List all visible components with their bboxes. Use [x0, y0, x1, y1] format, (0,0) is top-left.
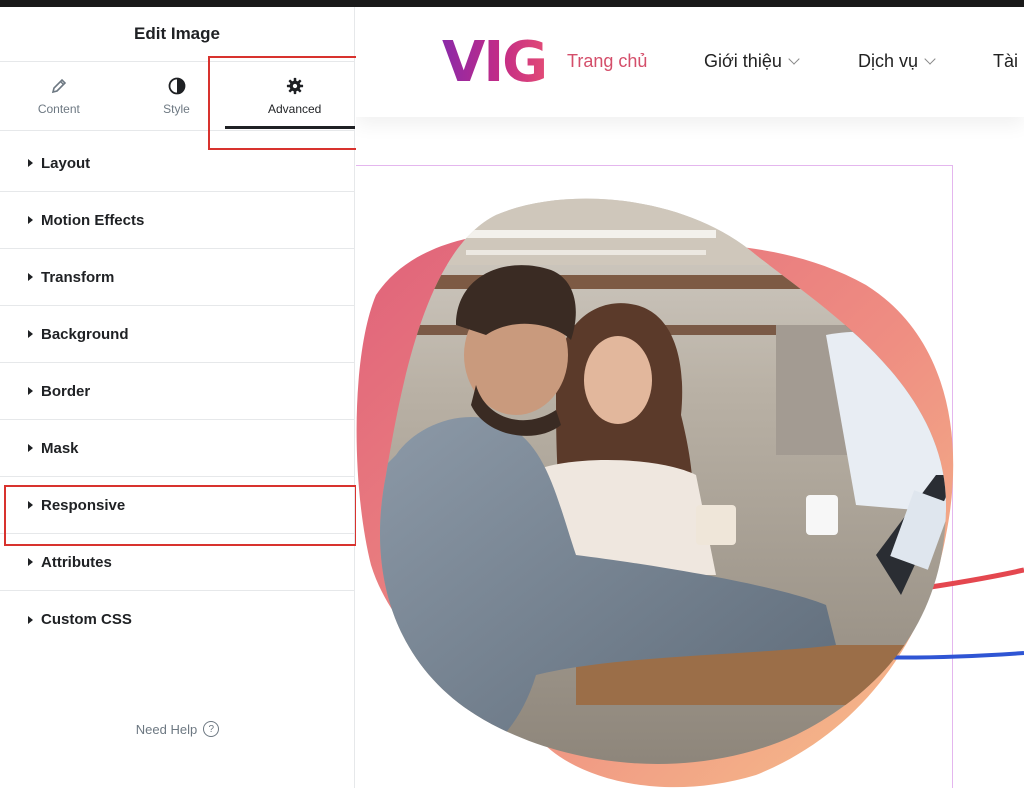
section-background[interactable]: Background: [0, 306, 354, 363]
panel-title: Edit Image: [134, 24, 220, 43]
section-label: Attributes: [41, 553, 112, 571]
chevron-down-icon: [788, 53, 800, 65]
section-label: Motion Effects: [41, 211, 145, 229]
nav-label: Trang chủ: [567, 51, 648, 71]
tab-content[interactable]: Content: [0, 62, 118, 130]
section-label: Layout: [41, 154, 91, 172]
section-label: Border: [41, 382, 91, 400]
nav-label: Dịch vụ: [858, 51, 919, 71]
section-label: Custom CSS: [41, 611, 132, 628]
caret-right-icon: [28, 159, 33, 167]
nav-label: Tài: [993, 51, 1019, 71]
need-help-link[interactable]: Need Help ?: [0, 721, 355, 737]
chevron-down-icon: [924, 53, 936, 65]
half-circle-icon: [167, 76, 187, 96]
nav-item-trang-chu[interactable]: Trang chủ: [567, 51, 647, 72]
section-label: Mask: [41, 439, 79, 457]
section-label: Transform: [41, 268, 115, 286]
nav-label: Giới thiệu: [704, 51, 782, 71]
section-label: Background: [41, 325, 129, 343]
section-border[interactable]: Border: [0, 363, 354, 420]
nav-item-dich-vu[interactable]: Dịch vụ: [858, 51, 936, 72]
section-list: Layout Motion Effects Transform Backgrou…: [0, 135, 354, 648]
need-help-label: Need Help: [135, 721, 198, 737]
top-bar: [0, 0, 1024, 7]
caret-right-icon: [28, 330, 33, 338]
section-transform[interactable]: Transform: [0, 249, 354, 306]
caret-right-icon: [28, 216, 33, 224]
tab-content-label: Content: [37, 102, 80, 116]
panel-header: Edit Image: [0, 7, 354, 62]
question-icon: ?: [203, 721, 220, 737]
section-mask[interactable]: Mask: [0, 420, 354, 477]
section-motion-effects[interactable]: Motion Effects: [0, 192, 354, 249]
caret-right-icon: [28, 615, 33, 624]
caret-right-icon: [28, 273, 33, 281]
nav-item-tai[interactable]: Tài: [993, 51, 1018, 72]
section-custom-css[interactable]: Custom CSS: [0, 591, 354, 648]
hero-image[interactable]: [356, 175, 1024, 788]
nav-item-gioi-thieu[interactable]: Giới thiệu: [704, 51, 800, 72]
tab-style-label: Style: [163, 102, 190, 116]
site-logo[interactable]: VIG: [442, 35, 548, 91]
caret-right-icon: [28, 387, 33, 395]
caret-right-icon: [28, 558, 33, 566]
caret-right-icon: [28, 444, 33, 452]
highlight-responsive-section: [4, 485, 357, 546]
page-preview: VIG Trang chủ Giới thiệu Dịch vụ Tài: [356, 7, 1024, 788]
pencil-icon: [49, 76, 69, 96]
site-header: VIG Trang chủ Giới thiệu Dịch vụ Tài: [356, 7, 1024, 117]
